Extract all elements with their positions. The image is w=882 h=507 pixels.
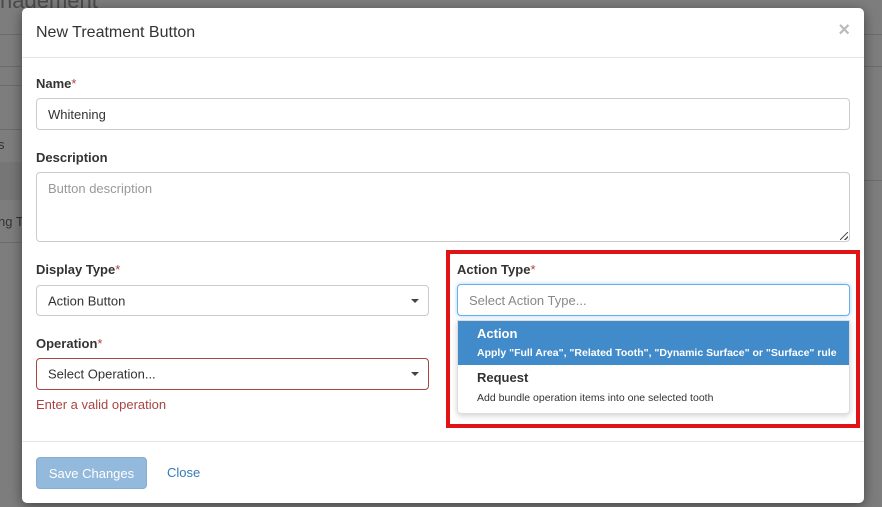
option-title: Action (477, 326, 518, 341)
name-label-text: Name (36, 76, 72, 91)
save-changes-button[interactable]: Save Changes (36, 457, 147, 489)
modal-footer-divider (22, 441, 864, 442)
required-mark: * (97, 336, 103, 351)
required-mark: * (115, 262, 121, 277)
display-type-select[interactable]: Action Button (36, 285, 429, 316)
background-table-cell (0, 162, 22, 200)
display-type-label: Display Type* (36, 262, 120, 277)
option-description: Apply "Full Area", "Related Tooth", "Dyn… (477, 347, 837, 359)
action-type-dropdown-menu: Action Apply "Full Area", "Related Tooth… (457, 320, 850, 414)
action-type-label-text: Action Type (457, 262, 531, 277)
name-label: Name* (36, 76, 76, 91)
description-field-wrapper (36, 172, 850, 242)
resize-handle-icon[interactable] (840, 232, 848, 240)
operation-label: Operation* (36, 336, 102, 351)
description-textarea[interactable] (36, 172, 850, 242)
action-type-label: Action Type* (457, 262, 536, 277)
description-label: Description (36, 150, 108, 165)
background-divider (0, 242, 22, 243)
action-type-search-input[interactable] (457, 284, 850, 316)
background-divider (0, 129, 22, 130)
close-button[interactable]: Close (167, 457, 200, 489)
modal-header: New Treatment Button × (22, 8, 864, 58)
required-mark: * (530, 262, 536, 277)
required-mark: * (71, 76, 77, 91)
chevron-down-icon (411, 298, 419, 303)
display-type-label-text: Display Type (36, 262, 116, 277)
operation-label-text: Operation (36, 336, 98, 351)
new-treatment-button-modal: New Treatment Button × Name* Description… (22, 8, 864, 503)
background-cell-text: s (0, 137, 5, 152)
operation-select[interactable]: Select Operation... (36, 358, 429, 390)
operation-error-message: Enter a valid operation (36, 397, 167, 412)
option-title: Request (477, 370, 529, 385)
option-description: Add bundle operation items into one sele… (477, 392, 714, 404)
background-cell-text: ng T (0, 214, 24, 229)
name-input[interactable] (36, 98, 850, 130)
background-divider (0, 85, 22, 86)
background-divider (864, 180, 882, 181)
action-type-option-action[interactable]: Action Apply "Full Area", "Related Tooth… (458, 321, 849, 365)
modal-title: New Treatment Button (36, 24, 196, 41)
action-type-option-request[interactable]: Request Add bundle operation items into … (458, 365, 849, 413)
operation-placeholder: Select Operation... (48, 366, 156, 382)
close-icon[interactable]: × (838, 20, 850, 40)
display-type-selected-value: Action Button (48, 293, 126, 308)
chevron-down-icon (411, 372, 419, 376)
